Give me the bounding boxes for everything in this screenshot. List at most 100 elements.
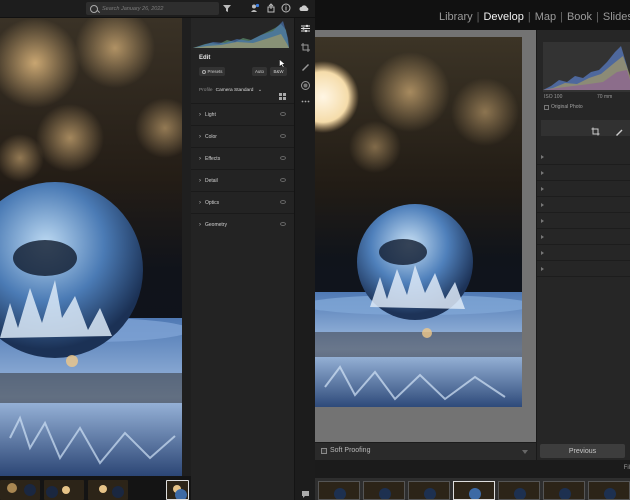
eye-icon[interactable] — [280, 200, 286, 204]
panel-row[interactable] — [537, 262, 630, 277]
module-separator: | — [560, 11, 563, 23]
eye-icon[interactable] — [280, 178, 286, 182]
panel-row[interactable] — [537, 230, 630, 245]
iso-value: ISO 100 — [544, 94, 563, 100]
feedback-icon[interactable] — [300, 489, 311, 500]
expand-arrow-icon — [541, 155, 544, 159]
original-photo-checkbox[interactable] — [544, 105, 549, 110]
section-color[interactable]: › Color — [191, 125, 294, 147]
filter-icon[interactable] — [222, 3, 232, 13]
search-input[interactable]: Search January 26, 2022 — [86, 2, 219, 15]
module-map[interactable]: Map — [535, 11, 556, 23]
profile-value: Camera Standard — [215, 88, 254, 93]
filmstrip-thumb[interactable] — [318, 481, 360, 500]
eye-icon[interactable] — [280, 134, 286, 138]
panel-row[interactable] — [537, 166, 630, 181]
expand-arrow-icon — [541, 171, 544, 175]
soft-proofing-checkbox[interactable] — [321, 448, 327, 454]
photo-preview[interactable] — [315, 37, 522, 407]
filmstrip-thumb[interactable] — [498, 481, 540, 500]
filmstrip-thumb[interactable] — [543, 481, 585, 500]
focal-length-value: 70 mm — [597, 94, 613, 100]
filmstrip-thumb-selected[interactable] — [453, 481, 495, 500]
eye-icon[interactable] — [280, 112, 286, 116]
auto-button[interactable]: Auto — [252, 67, 267, 76]
section-detail[interactable]: › Detail — [191, 169, 294, 191]
filmstrip-thumb[interactable] — [588, 481, 630, 500]
chevron-right-icon: › — [199, 177, 201, 184]
section-optics-label: Optics — [205, 199, 220, 206]
section-color-label: Color — [205, 133, 217, 140]
top-bar: Search January 26, 2022 — [0, 0, 315, 18]
presets-button[interactable]: Presets — [199, 67, 225, 76]
section-geometry[interactable]: › Geometry — [191, 213, 294, 235]
panel-row[interactable] — [537, 182, 630, 197]
info-icon[interactable] — [281, 3, 291, 13]
lightroom-classic-window: Library|Develop|Map|Book|Slideshow — [315, 0, 630, 500]
cursor-icon — [279, 55, 286, 68]
section-optics[interactable]: › Optics — [191, 191, 294, 213]
filmstrip-thumb[interactable] — [44, 480, 84, 500]
previous-button[interactable]: Previous — [540, 444, 625, 458]
section-geometry-label: Geometry — [205, 221, 227, 228]
expand-arrow-icon — [541, 251, 544, 255]
healing-brush-icon[interactable] — [300, 61, 311, 72]
expand-arrow-icon — [541, 203, 544, 207]
develop-tool-row — [541, 120, 630, 136]
filmstrip-header: Fil — [315, 460, 630, 478]
bw-button[interactable]: B&W — [270, 67, 287, 76]
chevron-right-icon: › — [199, 111, 201, 118]
spot-removal-icon[interactable] — [615, 123, 624, 136]
crop-icon[interactable] — [300, 42, 311, 53]
module-picker: Library|Develop|Map|Book|Slideshow — [315, 0, 630, 30]
more-icon[interactable] — [300, 96, 311, 107]
module-separator: | — [476, 11, 480, 23]
filmstrip-thumb-selected[interactable] — [166, 480, 189, 500]
share-people-icon[interactable] — [250, 3, 260, 13]
filmstrip-thumb[interactable] — [408, 481, 450, 500]
eye-icon[interactable] — [280, 156, 286, 160]
profile-label: Profile — [199, 88, 213, 93]
presets-label: Presets — [207, 69, 223, 74]
histogram — [543, 42, 630, 92]
filmstrip-label: Fil — [623, 465, 630, 471]
develop-right-panel: ISO 100 70 mm Original Photo — [536, 30, 630, 460]
module-separator: | — [596, 11, 599, 23]
chevron-down-icon: ⌄ — [257, 88, 262, 93]
section-light[interactable]: › Light — [191, 103, 294, 125]
bw-label: B&W — [273, 69, 284, 74]
profile-selector[interactable]: Profile Camera Standard ⌄ — [199, 88, 262, 93]
masking-icon[interactable] — [300, 80, 311, 91]
filmstrip-thumb[interactable] — [363, 481, 405, 500]
panel-row[interactable] — [537, 246, 630, 261]
panel-row[interactable] — [537, 214, 630, 229]
module-library[interactable]: Library — [439, 11, 473, 23]
module-slideshow[interactable]: Slideshow — [603, 11, 630, 23]
cloud-icon[interactable] — [299, 3, 309, 13]
profile-browser-icon[interactable] — [279, 87, 286, 100]
chevron-right-icon: › — [199, 221, 201, 228]
loupe-view — [315, 30, 536, 442]
panel-row[interactable] — [537, 150, 630, 165]
search-icon — [90, 4, 98, 13]
module-develop[interactable]: Develop — [483, 11, 523, 23]
toolbar-menu-icon[interactable] — [522, 450, 528, 454]
section-light-label: Light — [205, 111, 216, 118]
filmstrip-thumb[interactable] — [0, 480, 40, 500]
histogram — [191, 18, 294, 50]
section-detail-label: Detail — [205, 177, 218, 184]
share-icon[interactable] — [266, 3, 276, 13]
eye-icon[interactable] — [280, 222, 286, 226]
filmstrip — [315, 478, 630, 500]
crop-overlay-icon[interactable] — [591, 123, 600, 136]
filmstrip-thumb[interactable] — [88, 480, 128, 500]
chevron-right-icon: › — [199, 133, 201, 140]
expand-arrow-icon — [541, 187, 544, 191]
section-effects[interactable]: › Effects — [191, 147, 294, 169]
photo-preview[interactable] — [0, 18, 182, 476]
expand-arrow-icon — [541, 267, 544, 271]
panel-row[interactable] — [537, 198, 630, 213]
edit-sliders-icon[interactable] — [300, 23, 311, 34]
tool-strip — [294, 18, 315, 500]
module-book[interactable]: Book — [567, 11, 592, 23]
